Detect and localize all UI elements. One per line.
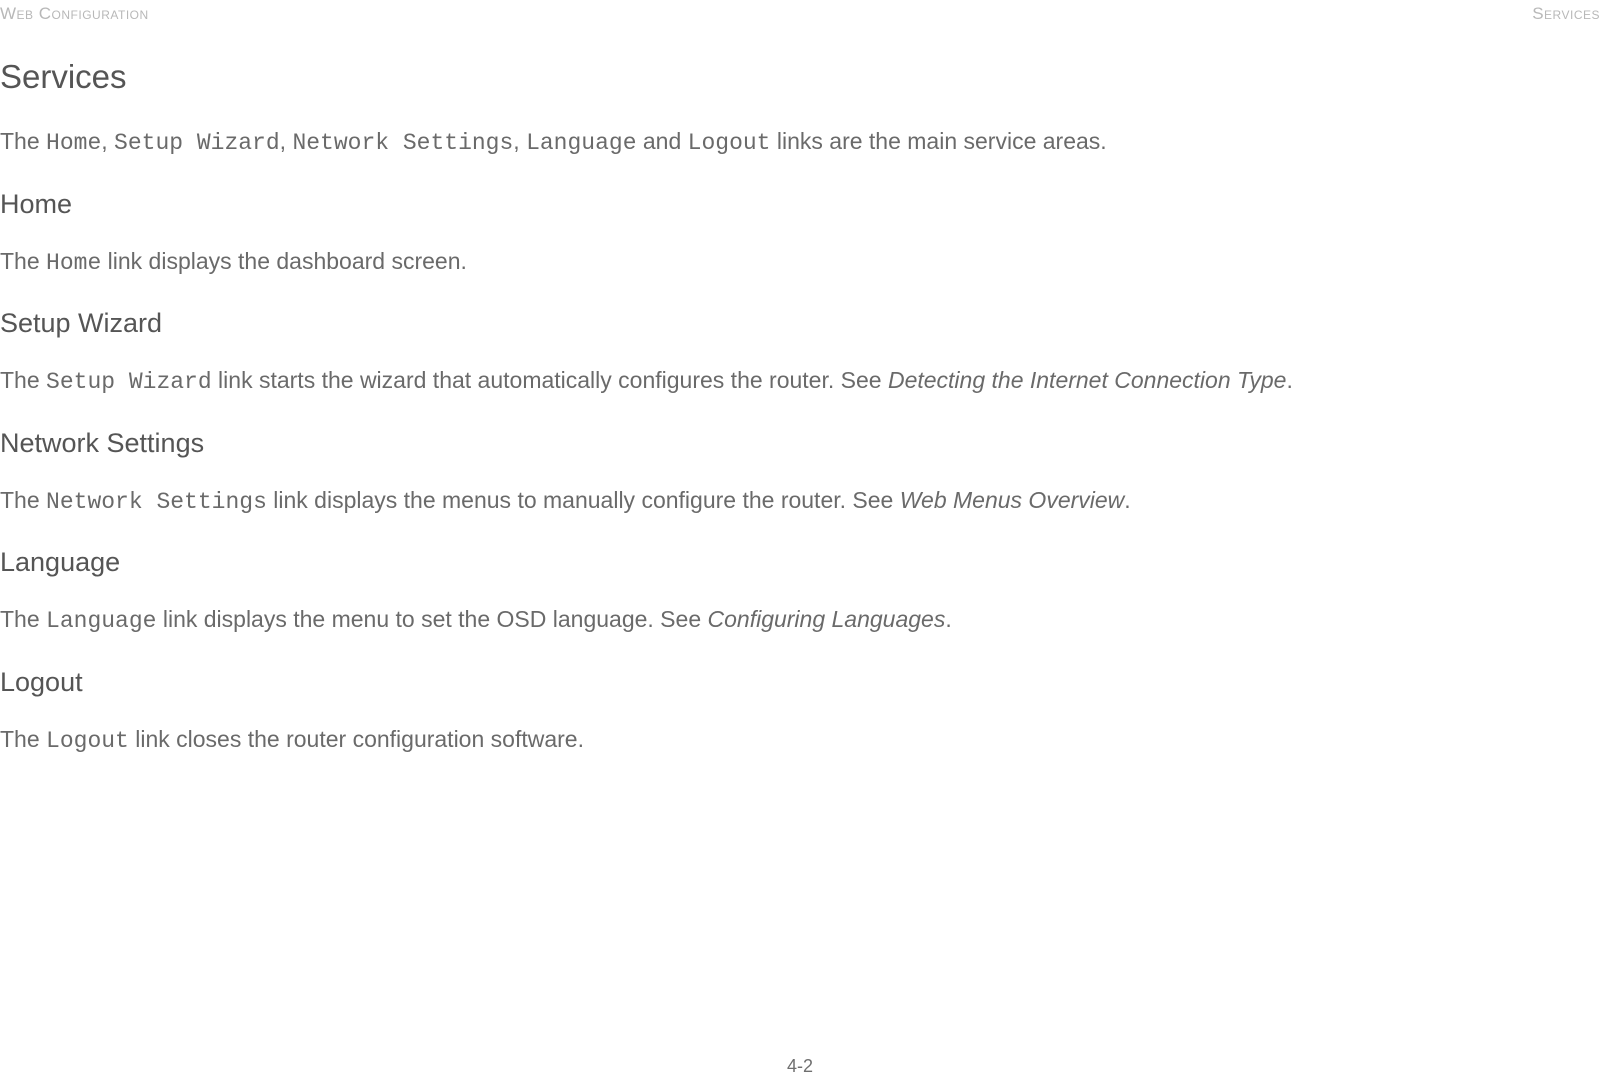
link-setup-wizard: Setup Wizard	[46, 369, 212, 395]
text: ,	[280, 128, 293, 154]
link-language: Language	[526, 130, 636, 156]
link-network-settings: Network Settings	[46, 489, 267, 515]
document-page: Web Configuration Services Services The …	[0, 0, 1600, 1091]
text: link displays the menus to manually conf…	[267, 487, 900, 513]
text: .	[945, 606, 951, 632]
link-home: Home	[46, 130, 101, 156]
text: ,	[513, 128, 526, 154]
link-network-settings: Network Settings	[292, 130, 513, 156]
heading-setup-wizard: Setup Wizard	[0, 308, 1600, 339]
running-header-left: Web Configuration	[0, 4, 149, 24]
text: .	[1286, 367, 1292, 393]
link-logout: Logout	[688, 130, 771, 156]
language-paragraph: The Language link displays the menu to s…	[0, 602, 1600, 639]
text: The	[0, 367, 46, 393]
intro-paragraph: The Home, Setup Wizard, Network Settings…	[0, 124, 1600, 161]
logout-paragraph: The Logout link closes the router config…	[0, 722, 1600, 759]
heading-language: Language	[0, 547, 1600, 578]
text: link displays the dashboard screen.	[101, 248, 467, 274]
text: The	[0, 606, 46, 632]
reference-configuring-languages: Configuring Languages	[708, 606, 946, 632]
text: ,	[101, 128, 114, 154]
setup-paragraph: The Setup Wizard link starts the wizard …	[0, 363, 1600, 400]
text: .	[1124, 487, 1130, 513]
reference-detecting-internet-connection-type: Detecting the Internet Connection Type	[888, 367, 1286, 393]
heading-logout: Logout	[0, 667, 1600, 698]
text: The	[0, 128, 46, 154]
reference-web-menus-overview: Web Menus Overview	[900, 487, 1125, 513]
heading-network-settings: Network Settings	[0, 428, 1600, 459]
network-paragraph: The Network Settings link displays the m…	[0, 483, 1600, 520]
page-content: Services The Home, Setup Wizard, Network…	[0, 58, 1600, 770]
link-logout: Logout	[46, 728, 129, 754]
link-language: Language	[46, 608, 156, 634]
page-number: 4-2	[0, 1056, 1600, 1077]
page-title: Services	[0, 58, 1600, 96]
text: link closes the router configuration sof…	[129, 726, 584, 752]
text: link displays the menu to set the OSD la…	[156, 606, 707, 632]
text: links are the main service areas.	[770, 128, 1106, 154]
running-header-right: Services	[1532, 4, 1600, 24]
heading-home: Home	[0, 189, 1600, 220]
link-home: Home	[46, 250, 101, 276]
text: The	[0, 248, 46, 274]
text: link starts the wizard that automaticall…	[212, 367, 888, 393]
home-paragraph: The Home link displays the dashboard scr…	[0, 244, 1600, 281]
link-setup-wizard: Setup Wizard	[114, 130, 280, 156]
text: The	[0, 487, 46, 513]
text: The	[0, 726, 46, 752]
text: and	[637, 128, 688, 154]
